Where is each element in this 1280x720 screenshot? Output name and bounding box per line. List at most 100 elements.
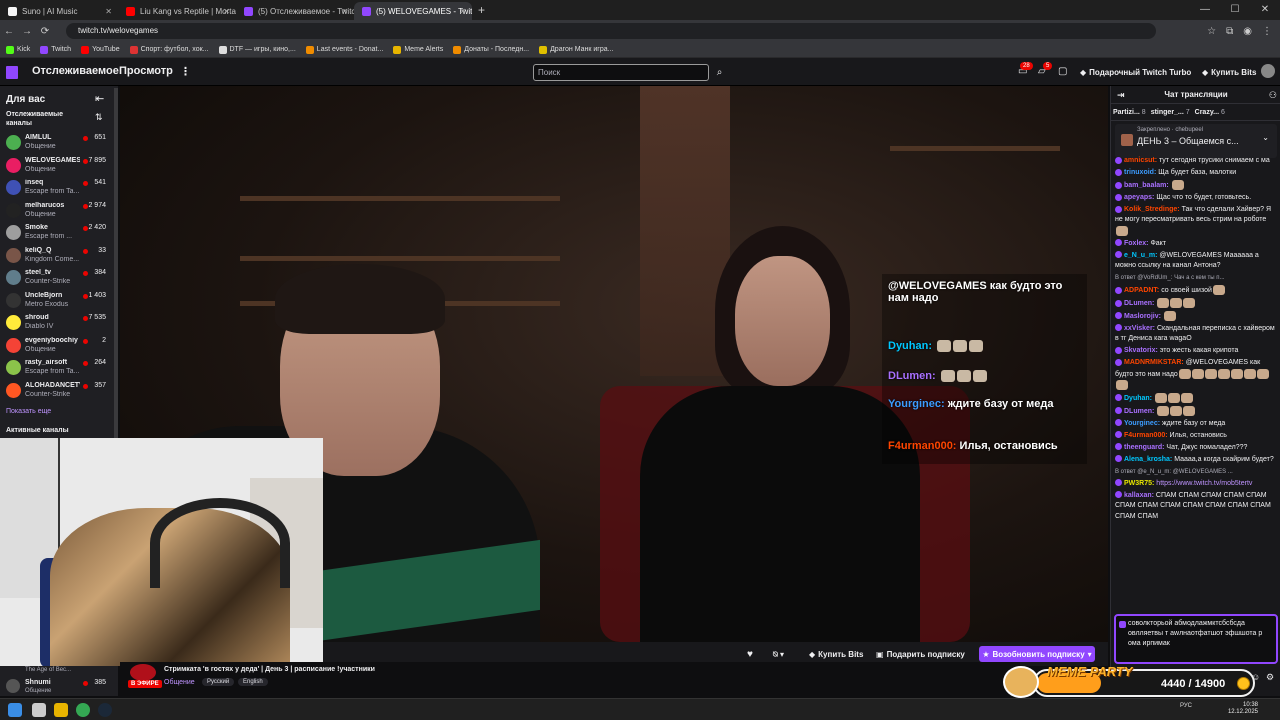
browser-tab[interactable]: Liu Kang vs Reptile | Mortal Kom✕ xyxy=(118,2,236,20)
steam-icon[interactable] xyxy=(98,703,112,717)
profile-icon[interactable]: ◉ xyxy=(1243,26,1252,37)
follow-heart-icon[interactable]: ♥ xyxy=(747,647,753,662)
bookmark-item[interactable]: DTF — игры, кино,... xyxy=(218,45,296,54)
twitch-logo[interactable] xyxy=(6,66,18,79)
chat-username[interactable]: DLumen: xyxy=(1124,300,1154,307)
buy-bits-player-button[interactable]: ◆ Купить Bits xyxy=(809,647,863,662)
chat-username[interactable]: Foxlex: xyxy=(1124,240,1149,247)
show-more-link[interactable]: Показать еще xyxy=(6,408,51,415)
buy-bits-button[interactable]: ◆ Купить Bits xyxy=(1202,64,1256,80)
browser-tab[interactable]: (5) WELOVEGAMES - Twitch ✕ xyxy=(354,2,472,20)
bookmark-item[interactable]: Last events - Donat... xyxy=(305,45,383,54)
chat-username[interactable]: bam_baalam: xyxy=(1124,182,1169,189)
nav-following[interactable]: Отслеживаемое xyxy=(32,65,119,77)
bookmark-item[interactable]: Драгон Манк игра... xyxy=(539,45,613,54)
pinned-message[interactable]: Закреплено · chebupeel ДЕНЬ 3 – Общаемся… xyxy=(1115,124,1277,158)
gift-sub-button[interactable]: ▣ Подарить подписку xyxy=(876,647,965,662)
chat-users-icon[interactable]: ⚇ xyxy=(1269,86,1277,104)
close-tab-icon[interactable]: ✕ xyxy=(459,7,466,16)
sidebar-channel-item[interactable]: UncleBjorn Metro Exodus 1 403 xyxy=(0,290,118,312)
user-avatar[interactable] xyxy=(1261,64,1275,78)
bookmark-item[interactable]: Донаты - Последн... xyxy=(453,45,529,54)
sidebar-channel-item[interactable]: steel_tv Counter-Strike 384 xyxy=(0,267,118,289)
browser-tab[interactable]: Suno | AI Music ✕ xyxy=(0,2,118,20)
back-icon[interactable]: ← xyxy=(0,26,18,37)
chat-settings-icon[interactable]: ⚙ xyxy=(1266,672,1274,683)
turbo-button[interactable]: ◆ Подарочный Twitch Turbo xyxy=(1080,64,1191,80)
chat-username[interactable]: ADPADNT: xyxy=(1124,287,1159,294)
windows-start-icon[interactable] xyxy=(8,703,22,717)
system-clock[interactable]: 10:38 12.12.2025 xyxy=(1228,702,1258,716)
chat-username[interactable]: kallaxan: xyxy=(1124,492,1154,499)
sort-icon[interactable]: ⇅ xyxy=(95,112,103,123)
chat-username[interactable]: xxVisker: xyxy=(1124,325,1155,332)
chat-username[interactable]: Dyuhan: xyxy=(1124,395,1152,402)
chat-username[interactable]: e_N_u_m: xyxy=(1124,252,1157,259)
bookmark-item[interactable]: Twitch xyxy=(40,45,71,54)
sidebar-channel-item[interactable]: evgeniyboochiy Общение 2 xyxy=(0,335,118,357)
close-window-icon[interactable]: ✕ xyxy=(1250,0,1280,20)
chat-username[interactable]: amnicsut: xyxy=(1124,157,1157,164)
bookmark-item[interactable]: YouTube xyxy=(81,45,120,54)
leaderboard-entry[interactable]: stinger_... 7 xyxy=(1151,109,1190,116)
chat-link[interactable]: https://www.twitch.tv/mob5tertv xyxy=(1156,480,1252,487)
sidebar-channel-item[interactable]: AIMLUL Общение 651 xyxy=(0,132,118,154)
chat-input[interactable]: соволкторьой абмодлажмктсбсбсда овлляетв… xyxy=(1114,614,1278,664)
leaderboard-entry[interactable]: Crazy... 6 xyxy=(1195,109,1225,116)
search-icon[interactable]: ⌕ xyxy=(711,64,728,81)
stream-category[interactable]: Общение xyxy=(164,679,195,686)
yandex-icon[interactable] xyxy=(32,703,46,717)
sidebar-scrollbar[interactable] xyxy=(114,88,118,438)
chat-username[interactable]: theenguard: xyxy=(1124,444,1164,451)
file-explorer-icon[interactable] xyxy=(54,703,68,717)
sidebar-channel-item[interactable]: rasty_airsoft Escape from Ta... 264 xyxy=(0,357,118,379)
whispers-icon[interactable]: ▢ xyxy=(1058,66,1067,77)
browser-menu-icon[interactable]: ⋮ xyxy=(1262,26,1272,37)
chat-username[interactable]: DLumen: xyxy=(1124,408,1154,415)
stream-tag[interactable]: English xyxy=(238,678,268,686)
stream-tag[interactable]: Русский xyxy=(202,678,235,686)
chat-username[interactable]: PW3R75: xyxy=(1124,480,1154,487)
language-indicator[interactable]: РУС xyxy=(1180,703,1192,709)
sidebar-channel-item[interactable]: inseq Escape from Ta... 541 xyxy=(0,177,118,199)
bookmark-item[interactable]: Kick xyxy=(6,45,30,54)
browser-tab[interactable]: (5) Отслеживаемое - Twitch ✕ xyxy=(236,2,354,20)
chat-username[interactable]: Yourginec: xyxy=(1124,420,1160,427)
chrome-icon[interactable] xyxy=(76,703,90,717)
notifications-toggle-icon[interactable]: ⍉ ▾ xyxy=(773,647,784,662)
sidebar-channel-item[interactable]: ALOHADANCETV Counter-Strike 357 xyxy=(0,380,118,402)
chat-username[interactable]: apeyaps: xyxy=(1124,194,1154,201)
reload-icon[interactable]: ⟳ xyxy=(36,26,54,37)
collapse-chat-icon[interactable]: ⇥ xyxy=(1117,86,1125,104)
chat-username[interactable]: F4urman000: xyxy=(1124,432,1168,439)
chevron-down-icon[interactable]: ⌄ xyxy=(1262,133,1269,142)
bookmark-item[interactable]: Meme Alerts xyxy=(393,45,443,54)
resubscribe-button[interactable]: ★ Возобновить подписку ▾ xyxy=(979,646,1095,662)
collapse-sidebar-icon[interactable]: ⇤ xyxy=(95,92,104,105)
search-input[interactable]: Поиск xyxy=(533,64,709,81)
sidebar-channel-item[interactable]: WELOVEGAMES Общение 7 895 xyxy=(0,155,118,177)
chat-username[interactable]: MADNRMIKSTAR: xyxy=(1124,359,1184,366)
nav-browse[interactable]: Просмотр xyxy=(119,65,173,77)
leaderboard-entry[interactable]: Partizi... 8 xyxy=(1113,109,1146,116)
nav-more-icon[interactable]: ⋮ xyxy=(180,65,191,78)
bookmark-item[interactable]: Спорт: футбол, хок... xyxy=(129,45,209,54)
chat-username[interactable]: trinuxoid: xyxy=(1124,169,1156,176)
chat-username[interactable]: Alena_krosha: xyxy=(1124,456,1172,463)
url-input[interactable]: twitch.tv/welovegames xyxy=(66,23,1156,39)
extensions-icon[interactable]: ⧉ xyxy=(1226,26,1233,37)
chat-username[interactable]: Skvatorix: xyxy=(1124,347,1158,354)
sidebar-channel-item[interactable]: Smoke Escape from ... 2 420 xyxy=(0,222,118,244)
bookmark-star-icon[interactable]: ☆ xyxy=(1207,26,1216,37)
forward-icon[interactable]: → xyxy=(18,26,36,37)
maximize-icon[interactable]: ☐ xyxy=(1220,0,1250,20)
close-tab-icon[interactable]: ✕ xyxy=(105,7,112,16)
sidebar-channel-item[interactable]: melharucos Общение 2 974 xyxy=(0,200,118,222)
sidebar-channel-item[interactable]: shroud Diablo IV 7 535 xyxy=(0,312,118,334)
close-tab-icon[interactable]: ✕ xyxy=(223,7,230,16)
minimize-icon[interactable]: — xyxy=(1190,0,1220,20)
new-tab-icon[interactable]: + xyxy=(478,3,485,17)
sidebar-channel-item[interactable]: keliQ_Q Kingdom Come... 33 xyxy=(0,245,118,267)
sidebar-item-lower[interactable]: The Age of Bec... Shnumi Общение 385 xyxy=(0,666,118,696)
chat-username[interactable]: Maslorojiv: xyxy=(1124,313,1161,320)
